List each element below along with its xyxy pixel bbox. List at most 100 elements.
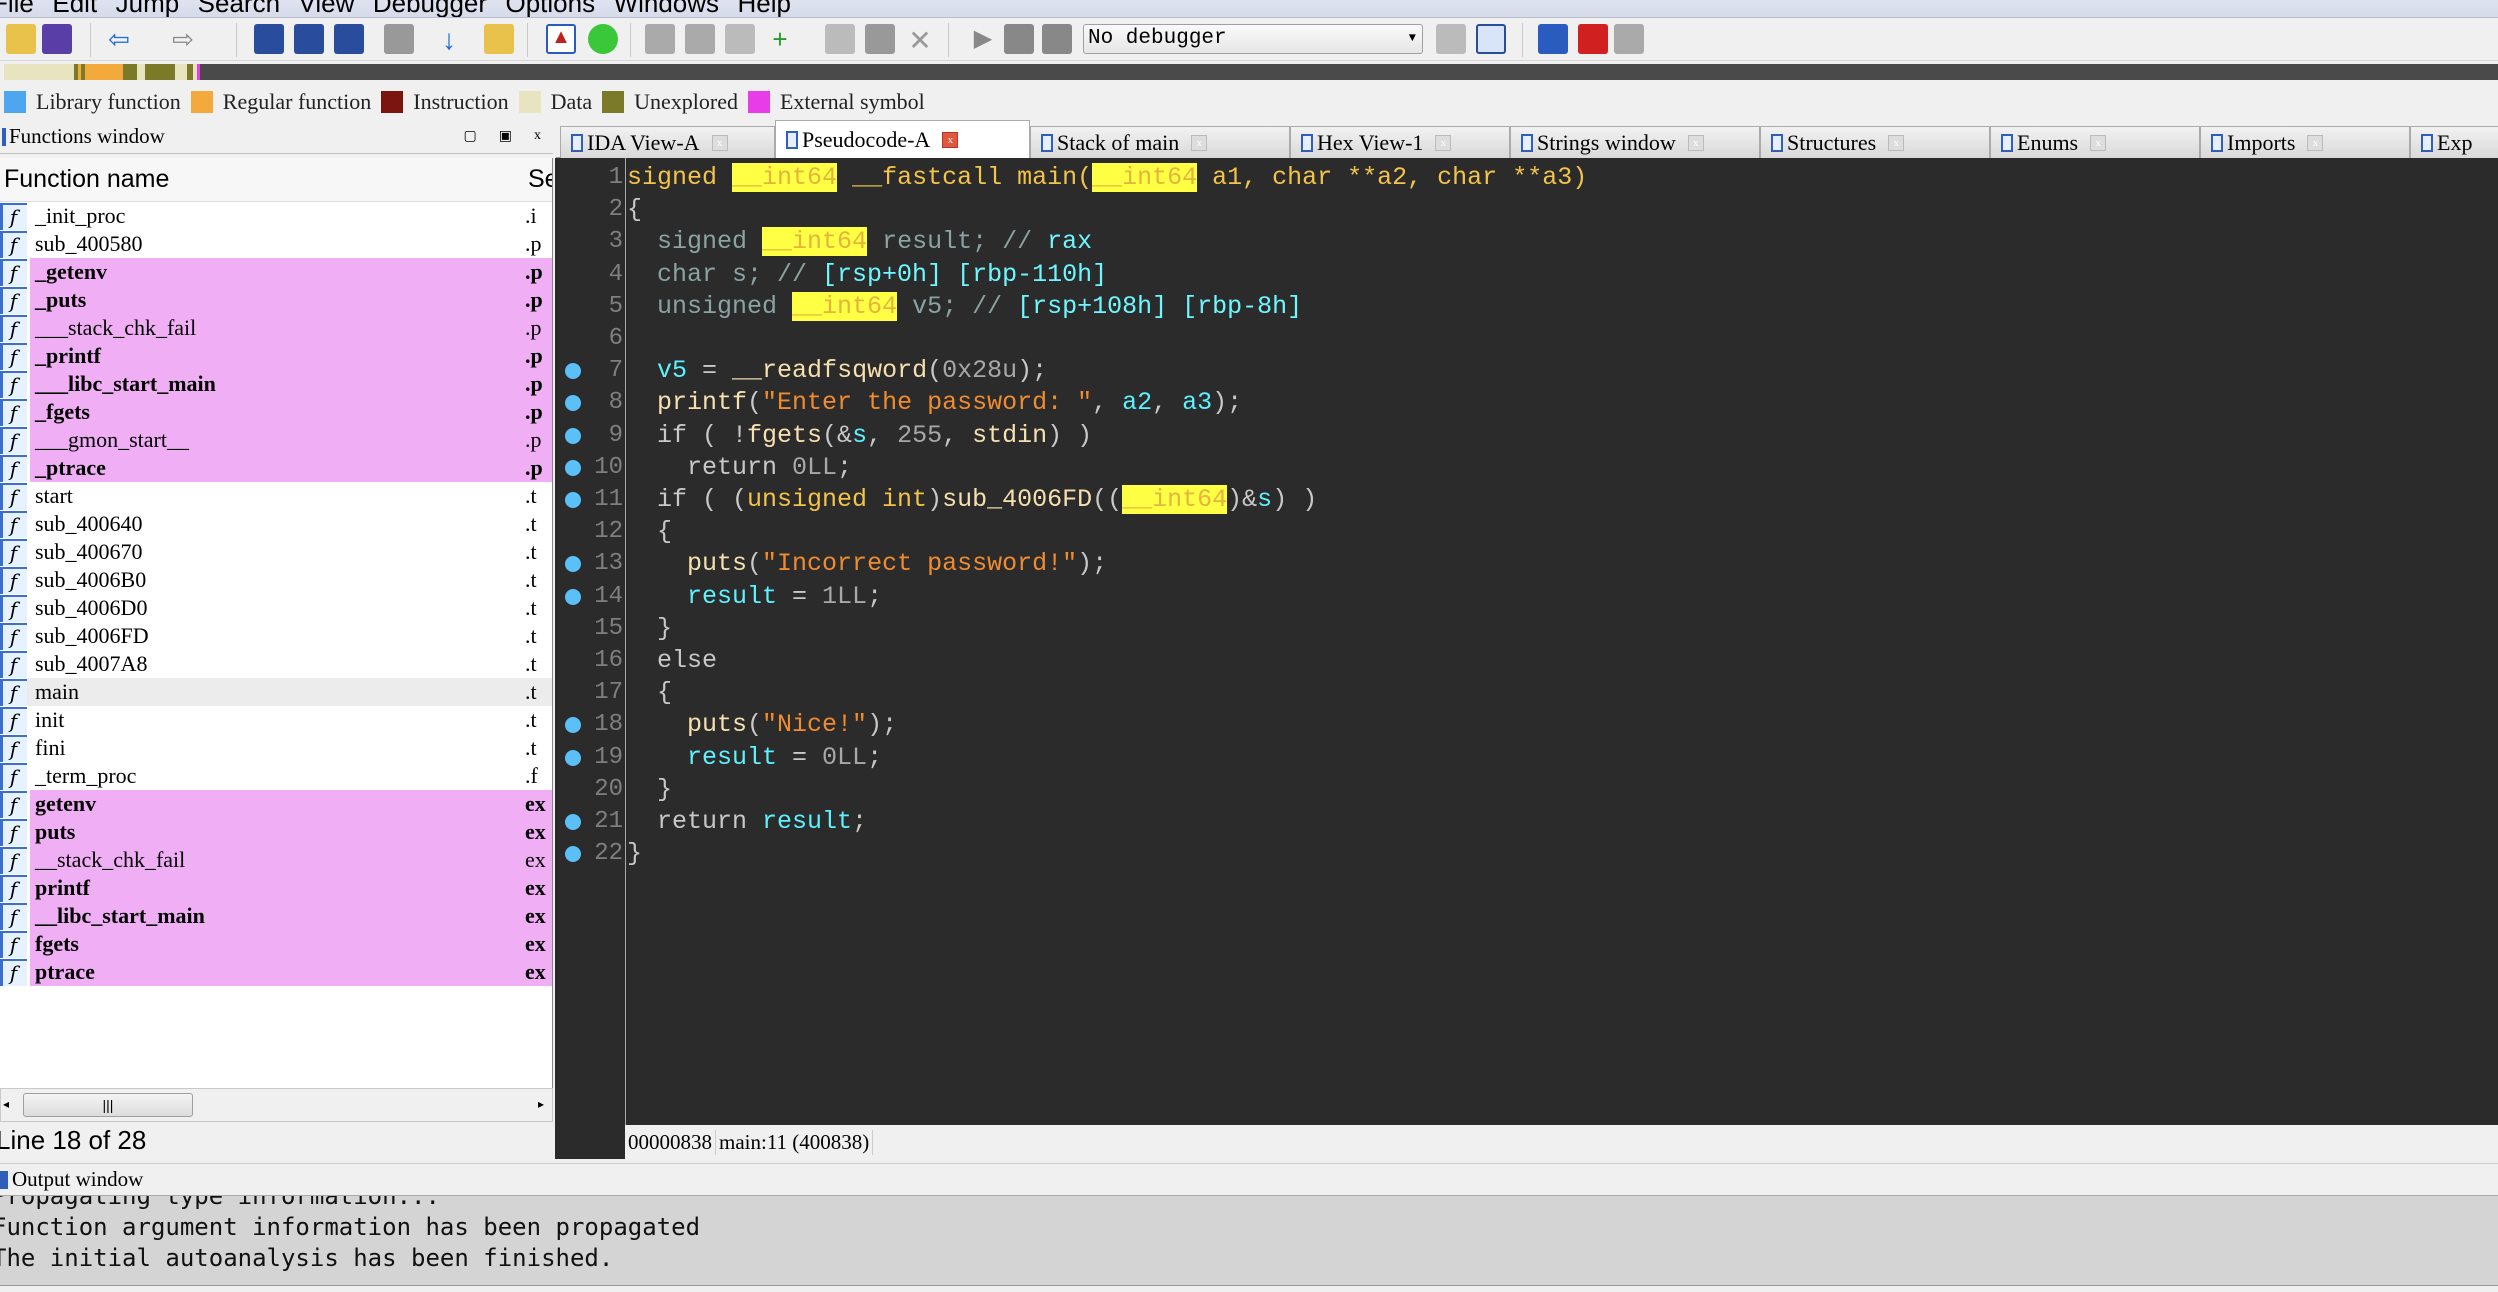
function-row[interactable]: f _ptrace .p bbox=[0, 454, 552, 482]
code-line[interactable]: 2{ bbox=[555, 194, 2498, 226]
function-row[interactable]: f _printf .p bbox=[0, 342, 552, 370]
jump-down-icon[interactable]: ↓ bbox=[434, 24, 464, 55]
pause-icon[interactable] bbox=[1004, 24, 1034, 54]
function-row[interactable]: f sub_400670 .t bbox=[0, 538, 552, 566]
tab-close-icon[interactable]: x bbox=[942, 132, 959, 148]
code-line[interactable]: 16 else bbox=[555, 645, 2498, 677]
tab-close-icon[interactable]: x bbox=[1191, 134, 1208, 151]
scrollbar-thumb[interactable]: ||| bbox=[23, 1093, 193, 1117]
code-line[interactable]: 9 if ( !fgets(&s, 255, stdin) ) bbox=[555, 420, 2498, 452]
code-line[interactable]: 19 result = 0LL; bbox=[555, 742, 2498, 774]
analyze-icon[interactable] bbox=[484, 24, 514, 54]
add-breakpoint-icon[interactable] bbox=[1578, 24, 1608, 54]
function-row[interactable]: f printf ex bbox=[0, 874, 552, 902]
attach-icon[interactable] bbox=[1436, 24, 1466, 54]
code-line[interactable]: 17 { bbox=[555, 677, 2498, 709]
code-line[interactable]: 10 return 0LL; bbox=[555, 452, 2498, 484]
decompile-icon[interactable] bbox=[1476, 24, 1506, 54]
function-row[interactable]: f sub_4006B0 .t bbox=[0, 566, 552, 594]
function-row[interactable]: f ___libc_start_main .p bbox=[0, 370, 552, 398]
function-row[interactable]: f ptrace ex bbox=[0, 958, 552, 986]
function-row[interactable]: f fini .t bbox=[0, 734, 552, 762]
menu-file[interactable]: File bbox=[0, 0, 34, 17]
menu-windows[interactable]: Windows bbox=[614, 0, 719, 17]
menu-edit[interactable]: Edit bbox=[52, 0, 97, 17]
function-row[interactable]: f start .t bbox=[0, 482, 552, 510]
menu-options[interactable]: Options bbox=[506, 0, 596, 17]
function-row[interactable]: f ___stack_chk_fail .p bbox=[0, 314, 552, 342]
code-line[interactable]: 1 signed __int64 __fastcall main(__int64 … bbox=[555, 162, 2498, 194]
float-icon[interactable]: ▣ bbox=[499, 128, 512, 145]
delete-icon[interactable]: ✕ bbox=[905, 24, 935, 56]
function-row[interactable]: f getenv ex bbox=[0, 790, 552, 818]
code-line[interactable]: 15 } bbox=[555, 613, 2498, 645]
function-row[interactable]: f _getenv .p bbox=[0, 258, 552, 286]
code-line[interactable]: 8 printf("Enter the password: ", a2, a3)… bbox=[555, 387, 2498, 419]
tab-pseudocode-a[interactable]: Pseudocode-A x bbox=[775, 120, 1030, 159]
code-line[interactable]: 12 { bbox=[555, 516, 2498, 548]
tab-imports[interactable]: Imports x bbox=[2200, 126, 2410, 158]
menu-debugger[interactable]: Debugger bbox=[373, 0, 487, 17]
scroll-left-icon[interactable]: ◂ bbox=[3, 1097, 9, 1111]
menu-view[interactable]: View bbox=[299, 0, 355, 17]
function-row[interactable]: f sub_4006FD .t bbox=[0, 622, 552, 650]
function-row[interactable]: f _init_proc .i bbox=[0, 202, 552, 230]
tab-close-icon[interactable]: x bbox=[2090, 134, 2107, 151]
output-window[interactable]: Propagating type information... Function… bbox=[0, 1195, 2498, 1285]
function-row[interactable]: f sub_4006D0 .t bbox=[0, 594, 552, 622]
function-row[interactable]: f sub_400640 .t bbox=[0, 510, 552, 538]
code-line[interactable]: 13 puts("Incorrect password!"); bbox=[555, 548, 2498, 580]
tab-stack-of-main[interactable]: Stack of main x bbox=[1030, 126, 1290, 158]
code-line[interactable]: 18 puts("Nice!"); bbox=[555, 709, 2498, 741]
tab-exp[interactable]: Exp bbox=[2410, 126, 2498, 158]
function-row[interactable]: f sub_400580 .p bbox=[0, 230, 552, 258]
close-icon[interactable]: x bbox=[534, 128, 541, 145]
function-row[interactable]: f puts ex bbox=[0, 818, 552, 846]
code-line[interactable]: 6 bbox=[555, 323, 2498, 355]
debugger-select[interactable]: No debugger ▼ bbox=[1083, 24, 1423, 54]
open-icon[interactable] bbox=[6, 24, 36, 54]
go-icon[interactable] bbox=[588, 24, 618, 54]
tab-strings-window[interactable]: Strings window x bbox=[1510, 126, 1760, 158]
column-header-segment[interactable]: Se bbox=[528, 165, 552, 194]
maximize-icon[interactable]: ▢ bbox=[464, 128, 477, 145]
pseudocode-view[interactable]: 1 signed __int64 __fastcall main(__int64 … bbox=[555, 158, 2498, 1125]
back-icon[interactable]: ⇦ bbox=[104, 24, 134, 54]
function-row[interactable]: f _puts .p bbox=[0, 286, 552, 314]
function-row[interactable]: f sub_4007A8 .t bbox=[0, 650, 552, 678]
code-line[interactable]: 5 unsigned __int64 v5; // [rsp+108h] [rb… bbox=[555, 291, 2498, 323]
function-row[interactable]: f ___gmon_start__ .p bbox=[0, 426, 552, 454]
function-row[interactable]: f __libc_start_main ex bbox=[0, 902, 552, 930]
tab-close-icon[interactable]: x bbox=[1435, 134, 1452, 151]
save-icon[interactable] bbox=[42, 24, 72, 54]
tab-hex-view-1[interactable]: Hex View-1 x bbox=[1290, 126, 1510, 158]
code-line[interactable]: 22} bbox=[555, 838, 2498, 870]
code-icon[interactable] bbox=[645, 24, 675, 54]
tab-close-icon[interactable]: x bbox=[1888, 134, 1905, 151]
code-line[interactable]: 3 signed __int64 result; // rax bbox=[555, 226, 2498, 258]
code-line[interactable]: 7 v5 = __readfsqword(0x28u); bbox=[555, 355, 2498, 387]
data-icon[interactable] bbox=[685, 24, 715, 54]
code-line[interactable]: 14 result = 1LL; bbox=[555, 581, 2498, 613]
column-header-function-name[interactable]: Function name bbox=[4, 165, 169, 194]
menu-help[interactable]: Help bbox=[738, 0, 791, 17]
function-row[interactable]: f main .t bbox=[0, 678, 552, 706]
menu-search[interactable]: Search bbox=[198, 0, 280, 17]
undefine-icon[interactable] bbox=[825, 24, 855, 54]
edit-icon[interactable] bbox=[865, 24, 895, 54]
menu-jump[interactable]: Jump bbox=[116, 0, 180, 17]
code-line[interactable]: 11 if ( (unsigned int)sub_4006FD((__int6… bbox=[555, 484, 2498, 516]
run-icon[interactable]: ▶ bbox=[968, 24, 998, 54]
abort-icon[interactable]: ▲ bbox=[546, 24, 576, 54]
function-row[interactable]: f init .t bbox=[0, 706, 552, 734]
scroll-right-icon[interactable]: ▸ bbox=[538, 1097, 544, 1111]
breakpoints-icon[interactable] bbox=[1538, 24, 1568, 54]
string-icon[interactable] bbox=[725, 24, 755, 54]
find-binary-icon[interactable] bbox=[334, 24, 364, 54]
tab-structures[interactable]: Structures x bbox=[1760, 126, 1990, 158]
function-row[interactable]: f fgets ex bbox=[0, 930, 552, 958]
code-line[interactable]: 20 } bbox=[555, 774, 2498, 806]
tab-close-icon[interactable]: x bbox=[711, 134, 728, 151]
struct-icon[interactable]: + bbox=[765, 24, 795, 54]
code-line[interactable]: 21 return result; bbox=[555, 806, 2498, 838]
